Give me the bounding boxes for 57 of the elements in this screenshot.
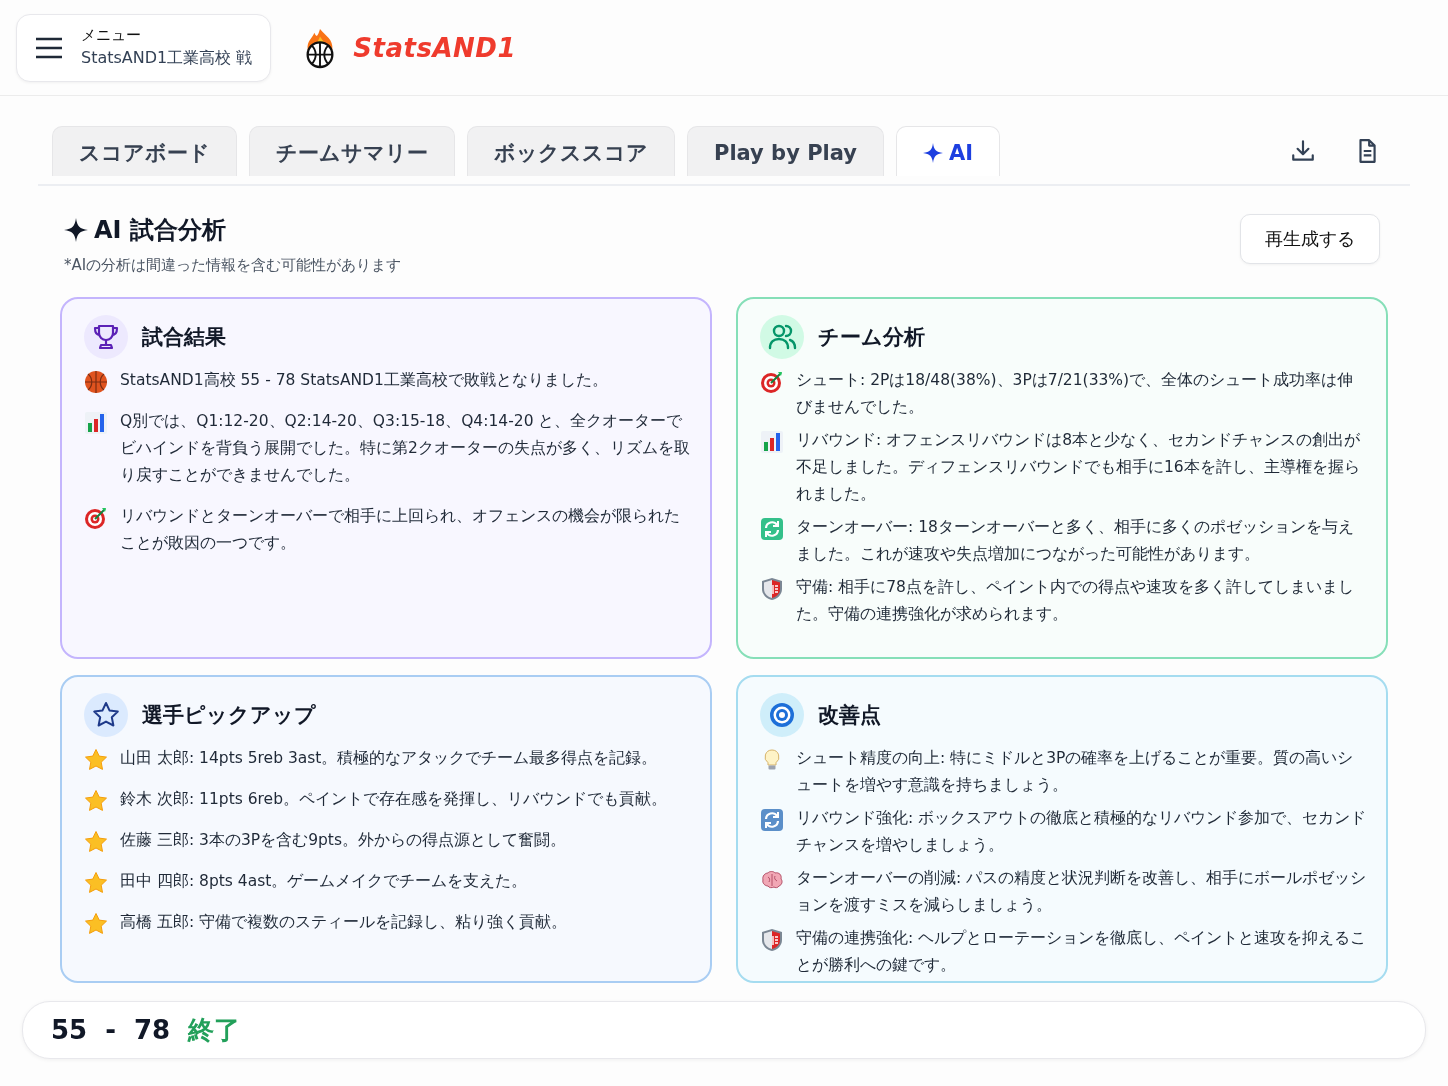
tab[interactable]: AI: [895, 126, 1001, 176]
dart-target-icon: [84, 506, 108, 530]
analysis-text: ターンオーバーの削減: パスの精度と状況判断を改善し、相手にボールポゼッションを渡すミスを減らしましょう。: [796, 868, 1368, 916]
analysis-text: 田中 四郎: 8pts 4ast。ゲームメイクでチームを支えた。: [120, 871, 528, 892]
home-score: 55: [51, 1015, 88, 1045]
basketball-icon: [84, 370, 108, 394]
analysis-text: Q別では、Q1:12-20、Q2:14-20、Q3:15-18、Q4:14-20 と、全クオーターでビハインドを背負う展開でした。特に第2クオーターの失点が多く、リズムを取り戻すことができませんでした。: [120, 411, 691, 486]
tab[interactable]: ボックススコア: [467, 126, 675, 176]
analysis-text: リバウンドとターンオーバーで相手に上回られ、オフェンスの機会が限られたことが敗因の一つです。: [120, 506, 681, 554]
game-title: StatsAND1工業高校 戦: [81, 48, 253, 69]
regenerate-button[interactable]: 再生成する: [1240, 214, 1380, 264]
menu-button[interactable]: メニュー StatsAND1工業高校 戦: [16, 13, 272, 82]
bar-chart-icon: [760, 430, 784, 454]
disclaimer-text: *AIの分析は間違った情報を含む可能性があります: [64, 256, 402, 275]
shield-icon: [760, 928, 784, 952]
star-icon: [84, 789, 108, 813]
target-icon: [760, 693, 804, 737]
star-icon: [84, 912, 108, 936]
menu-icon: [35, 36, 63, 59]
analysis-text: リバウンド: オフェンスリバウンドは8本と少なく、セカンドチャンスの創出が不足しました。ディフェンスリバウンドでも相手に16本を許し、主導権を握られました。: [796, 430, 1361, 505]
analysis-text: 守備: 相手に78点を許し、ペイント内での得点や速攻を多く許してしまいました。守備の連携強化が求められます。: [796, 577, 1355, 625]
analysis-text: シュート精度の向上: 特にミドルと3Pの確率を上げることが重要。質の高いシュートを増やす意識を持ちましょう。: [796, 748, 1355, 796]
tab[interactable]: Play by Play: [687, 126, 884, 176]
download-icon[interactable]: [1290, 138, 1316, 164]
analysis-text: StatsAND1高校 55 - 78 StatsAND1工業高校で敗戦となりました。: [120, 370, 608, 391]
trophy-icon: [84, 315, 128, 359]
card-title: 改善点: [818, 702, 881, 729]
star-icon: [84, 871, 108, 895]
menu-label: メニュー: [81, 26, 142, 45]
game-status: 終了: [188, 1013, 241, 1047]
people-icon: [760, 315, 804, 359]
tab[interactable]: スコアボード: [52, 126, 237, 176]
analysis-text: 鈴木 次郎: 11pts 6reb。ペイントで存在感を発揮し、リバウンドでも貢献。: [120, 789, 667, 810]
away-score: 78: [134, 1015, 171, 1045]
cycle-icon: [760, 808, 784, 832]
analysis-text: 高橋 五郎: 守備で複数のスティールを記録し、粘り強く貢献。: [120, 912, 568, 933]
star-icon: [84, 748, 108, 772]
analysis-text: 佐藤 三郎: 3本の3Pを含む9pts。外からの得点源として奮闘。: [120, 830, 566, 851]
score-separator: -: [105, 1015, 116, 1045]
logo-text: StatsAND1: [353, 32, 516, 63]
bar-chart-icon: [84, 411, 108, 435]
analysis-text: ターンオーバー: 18ターンオーバーと多く、相手に多くのポゼッションを与えました。これが速攻や失点増加につながった可能性があります。: [796, 517, 1355, 565]
dart-target-icon: [760, 370, 784, 394]
star-icon: [84, 830, 108, 854]
tab[interactable]: チームサマリー: [249, 126, 455, 176]
analysis-text: リバウンド強化: ボックスアウトの徹底と積極的なリバウンド参加で、セカンドチャンスを増やしましょう。: [796, 808, 1368, 856]
analysis-text: 守備の連携強化: ヘルプとローテーションを徹底し、ペイントと速攻を抑えることが勝利への鍵です。: [796, 928, 1368, 976]
cycle-icon: [760, 517, 784, 541]
section-title: AI 試合分析: [94, 215, 226, 246]
card-title: 選手ピックアップ: [142, 702, 316, 729]
sparkle-icon: [922, 142, 943, 163]
shield-icon: [760, 577, 784, 601]
analysis-text: シュート: 2Pは18/48(38%)、3Pは7/21(33%)で、全体のシュート成功率は伸びませんでした。: [796, 370, 1355, 418]
analysis-text: 山田 太郎: 14pts 5reb 3ast。積極的なアタックでチーム最多得点を記録。: [120, 748, 658, 769]
card-title: 試合結果: [142, 324, 226, 351]
sparkle-icon: [64, 218, 88, 242]
card-title: チーム分析: [818, 324, 925, 351]
